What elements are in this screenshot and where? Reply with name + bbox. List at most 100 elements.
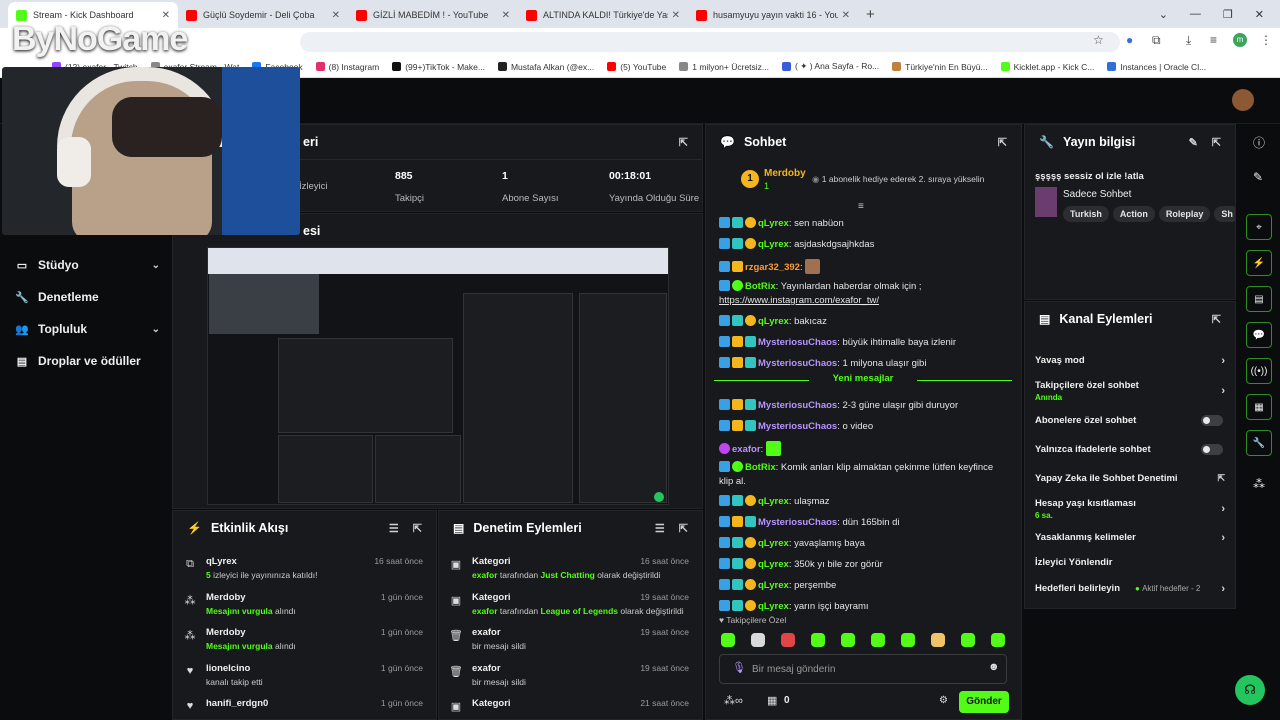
emote-icon[interactable] (721, 633, 735, 647)
profile-avatar[interactable]: m (1233, 33, 1247, 47)
emote-icon[interactable] (871, 633, 885, 647)
chat-username[interactable]: MysteriosuChaos (758, 517, 837, 528)
sidebar-item-community[interactable]: 👥 Topluluk ⌄ (15, 322, 160, 336)
rail-button[interactable]: ⌖ (1246, 214, 1272, 240)
popout-icon[interactable]: ⇱ (679, 136, 688, 149)
browser-tab[interactable]: Güçlü Soydemir - Deli Çoba ✕ (178, 2, 348, 28)
chat-link[interactable]: https://www.instagram.com/exafor_tw/ (719, 295, 879, 306)
popout-icon[interactable]: ⇱ (1212, 136, 1221, 149)
bookmark[interactable]: (8) Instagram (315, 62, 379, 72)
browser-tab[interactable]: ALTINDA KALDI! Türkiye'de Yaş ✕ (518, 2, 688, 28)
action-ai-moderation[interactable]: Yapay Zeka ile Sohbet Denetimi ⇱ (1035, 473, 1225, 484)
stream-preview-video[interactable] (207, 247, 669, 505)
send-button[interactable]: Gönder (959, 691, 1009, 713)
chat-username[interactable]: MysteriosuChaos (758, 358, 837, 369)
user-avatar[interactable] (1232, 89, 1254, 111)
browser-tab[interactable]: husamyuyu yayın vakti 16 - You ✕ (688, 2, 858, 28)
info-icon[interactable]: ⓘ (1253, 134, 1265, 151)
chat-username[interactable]: exafor (732, 444, 761, 455)
rail-button[interactable]: ⚡ (1246, 250, 1272, 276)
edit-icon[interactable]: ✎ (1253, 170, 1263, 184)
chat-input[interactable]: Bir mesaj gönderin (719, 654, 1007, 684)
action-account-age[interactable]: Hesap yaşı kısıtlaması 6 sa. › (1035, 498, 1225, 520)
close-icon[interactable]: ✕ (842, 10, 850, 21)
bookmark[interactable]: (5) YouTube (607, 62, 666, 72)
extension-icon[interactable]: ● (1126, 33, 1133, 47)
chat-username[interactable]: BotRix (745, 281, 776, 292)
chat-username[interactable]: MysteriosuChaos (758, 400, 837, 411)
rail-button[interactable]: 💬 (1246, 322, 1272, 348)
browser-tab[interactable]: GİZLİ MABEDİM ! - YouTube ✕ (348, 2, 518, 28)
emote-icon[interactable] (751, 633, 765, 647)
chat-username[interactable]: qLyrex (758, 601, 789, 612)
restore-icon[interactable]: ❐ (1223, 8, 1233, 21)
close-icon[interactable]: ✕ (332, 10, 340, 21)
emote-icon[interactable] (991, 633, 1005, 647)
emote-icon[interactable] (781, 633, 795, 647)
chat-username[interactable]: qLyrex (758, 316, 789, 327)
emotes-only-toggle[interactable] (1201, 444, 1223, 455)
action-set-goals[interactable]: Hedefleri belirleyin ● Aktif hedefler - 2… (1035, 583, 1225, 595)
rail-button[interactable]: ((•)) (1246, 358, 1272, 384)
filter-icon[interactable]: ☰ (655, 522, 665, 535)
action-banned-words[interactable]: Yasaklanmış kelimeler › (1035, 532, 1225, 544)
emote-icon[interactable] (811, 633, 825, 647)
chat-username[interactable]: qLyrex (758, 559, 789, 570)
chevron-down-icon[interactable]: ⌄ (1159, 8, 1168, 21)
bookmark[interactable]: Kicklet.app - Kick C... (1000, 62, 1094, 72)
popout-icon[interactable]: ⇱ (998, 136, 1007, 149)
subscribers-only-toggle[interactable] (1201, 415, 1223, 426)
chat-username[interactable]: qLyrex (758, 239, 789, 250)
url-field[interactable] (300, 32, 1120, 52)
sidebar-item-studio[interactable]: ▭ Stüdyo ⌄ (15, 258, 160, 272)
download-icon[interactable]: ⤓ (1186, 33, 1191, 48)
emote-icon[interactable] (931, 633, 945, 647)
sidebar-item-drops[interactable]: ▤ Droplar ve ödüller (15, 354, 160, 368)
bookmark[interactable]: Mustafa Alkan (@ex... (497, 62, 594, 72)
chat-username[interactable]: qLyrex (758, 496, 789, 507)
action-slow-mode[interactable]: Yavaş mod › (1035, 355, 1225, 367)
bookmark[interactable]: Türkiye'nin En Büyü... (892, 62, 988, 72)
emote-icon[interactable] (961, 633, 975, 647)
settings-icon[interactable]: ⚙ (939, 695, 948, 706)
puzzle-icon[interactable]: ⧉ (1152, 33, 1161, 48)
points-icon[interactable]: ⁂ (1253, 477, 1265, 491)
close-icon[interactable]: ✕ (1255, 8, 1264, 21)
collapse-icon[interactable]: ≡ (858, 201, 864, 212)
chat-username[interactable]: rzgar32_392 (745, 262, 800, 273)
minimize-icon[interactable]: — (1190, 8, 1201, 20)
chat-username[interactable]: MysteriosuChaos (758, 337, 837, 348)
media-icon[interactable]: ≡ (1210, 33, 1217, 47)
popout-icon[interactable]: ⇱ (1212, 313, 1221, 326)
filter-icon[interactable]: ☰ (389, 522, 399, 535)
close-icon[interactable]: ✕ (672, 10, 680, 21)
bookmark[interactable]: Instances | Oracle Cl... (1107, 62, 1206, 72)
action-host-viewers[interactable]: İzleyici Yönlendir (1035, 557, 1225, 568)
rail-button[interactable]: 🔧 (1246, 430, 1272, 456)
emote-icon[interactable] (901, 633, 915, 647)
chat-username[interactable]: qLyrex (758, 538, 789, 549)
edit-icon[interactable]: ✎ (1189, 136, 1198, 149)
store-icon[interactable]: ▦ (767, 694, 777, 707)
rail-button[interactable]: ▤ (1246, 286, 1272, 312)
star-icon[interactable]: ☆ (1093, 33, 1104, 47)
chat-username[interactable]: qLyrex (758, 218, 789, 229)
close-icon[interactable]: ✕ (502, 10, 510, 21)
sidebar-item-moderation[interactable]: 🔧 Denetleme (15, 290, 160, 304)
menu-icon[interactable]: ⋮ (1260, 33, 1272, 47)
action-followers-only[interactable]: Takipçilere özel sohbet Anında › (1035, 380, 1225, 402)
rail-button[interactable]: ▦ (1246, 394, 1272, 420)
points-icon[interactable]: ⁂∞ (724, 694, 743, 707)
new-tab-button[interactable]: + (858, 6, 875, 28)
chat-username[interactable]: BotRix (745, 462, 776, 473)
bookmark[interactable]: ( ✦ ) Ana Sayfa - Ro... (782, 61, 879, 72)
emoji-icon[interactable]: ☻ (988, 661, 1000, 673)
bookmark[interactable]: (99+)TikTok - Make... (392, 62, 485, 72)
popout-icon[interactable]: ⇱ (679, 522, 688, 535)
bookmark[interactable]: 1 milyon+ Ücretsiz... (679, 62, 769, 72)
close-icon[interactable]: ✕ (162, 10, 170, 21)
chat-username[interactable]: MysteriosuChaos (758, 421, 837, 432)
emote-icon[interactable] (841, 633, 855, 647)
popout-icon[interactable]: ⇱ (413, 522, 422, 535)
help-button[interactable]: ☊ (1235, 675, 1265, 705)
